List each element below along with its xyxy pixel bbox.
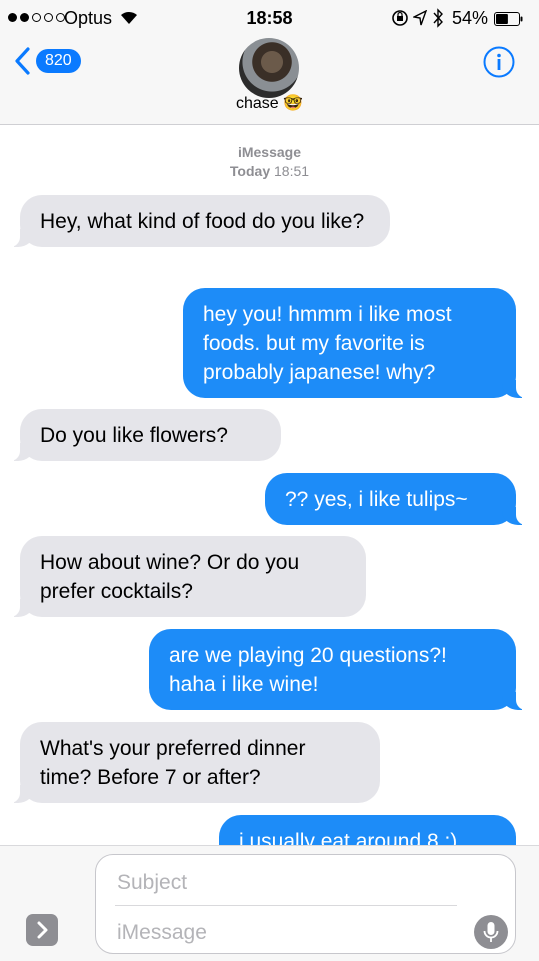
outgoing-message-bubble[interactable]: are we playing 20 questions?! haha i lik… (149, 629, 530, 710)
message-input[interactable] (115, 917, 459, 949)
microphone-icon (483, 922, 499, 942)
subject-input[interactable] (115, 867, 499, 899)
chevron-right-icon (37, 921, 48, 939)
bluetooth-icon (432, 8, 444, 33)
info-button[interactable] (483, 46, 515, 78)
orientation-lock-icon (391, 9, 409, 32)
compose-divider (115, 905, 457, 906)
message-input-bar (0, 845, 539, 961)
battery-percentage: 54% (452, 8, 489, 28)
conversation-header: 820 chase 🤓 (0, 38, 539, 125)
incoming-message-bubble[interactable]: How about wine? Or do you prefer cocktai… (6, 536, 366, 617)
incoming-message-bubble[interactable]: Hey, what kind of food do you like? (6, 195, 390, 247)
message-thread[interactable]: iMessage Today 18:51 Hey, what kind of f… (0, 125, 539, 845)
location-arrow-icon (411, 9, 428, 31)
status-bar: Optus 18:58 54% (0, 0, 539, 38)
contact-name[interactable]: chase 🤓 (0, 93, 539, 113)
back-button[interactable]: 820 (14, 47, 81, 75)
info-icon (483, 46, 515, 78)
timestamp-day: Today (229, 163, 271, 179)
unread-count-badge: 820 (36, 49, 81, 73)
outgoing-message-bubble[interactable]: hey you! hmmm i like most foods. but my … (183, 288, 530, 398)
incoming-message-bubble[interactable]: Do you like flowers? (6, 409, 281, 461)
timestamp-time: 18:51 (274, 163, 310, 179)
service-label: iMessage (237, 144, 302, 160)
battery-icon (494, 11, 524, 26)
contact-avatar[interactable] (239, 38, 299, 98)
outgoing-message-bubble[interactable]: ?? yes, i like tulips~ (265, 473, 530, 525)
outgoing-message-bubble[interactable]: i usually eat around 8 :) (219, 815, 516, 845)
message-timestamp: Today 18:51 (0, 163, 539, 179)
incoming-message-bubble[interactable]: What's your preferred dinner time? Befor… (6, 722, 380, 803)
chevron-left-icon (15, 47, 30, 75)
expand-apps-button[interactable] (26, 914, 58, 946)
compose-field (95, 854, 516, 954)
dictation-button[interactable] (474, 915, 508, 949)
